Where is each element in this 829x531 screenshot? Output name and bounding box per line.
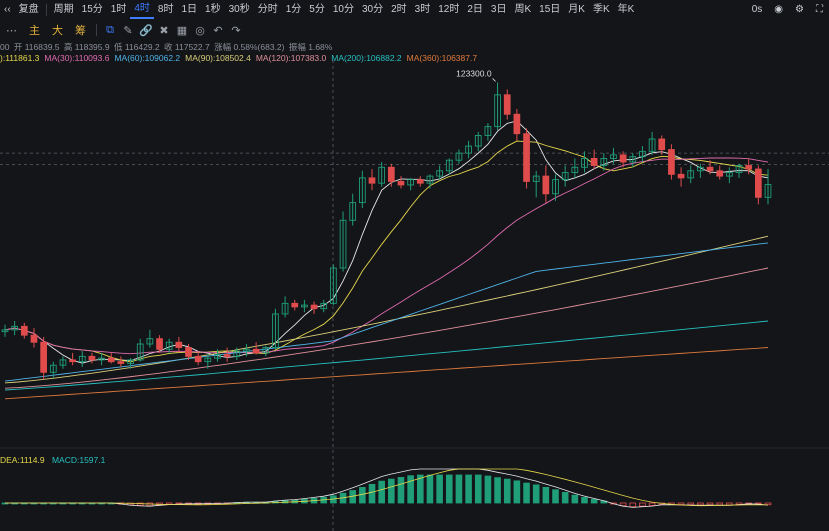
candle-body	[513, 113, 521, 135]
candle-body	[416, 179, 424, 184]
candle-body	[69, 359, 76, 363]
candle-body	[194, 355, 202, 363]
macd-bar	[503, 478, 511, 504]
macd-bar	[648, 502, 656, 506]
macd-bar	[571, 494, 579, 504]
candle-body	[30, 334, 38, 343]
candle-body	[542, 175, 550, 195]
candle-body	[706, 166, 714, 172]
ma360-line	[4, 347, 769, 400]
macd-label: MACD:1597.1	[51, 455, 106, 465]
macd-bar	[523, 482, 530, 504]
macd-bar	[474, 474, 482, 504]
macd-bar	[639, 502, 646, 507]
candle-body	[40, 341, 47, 373]
candle-body	[185, 347, 192, 357]
macd-bar	[590, 498, 598, 504]
candle-body	[117, 361, 125, 364]
candle-body	[619, 154, 627, 163]
macd-bar	[706, 502, 714, 506]
macd-bar	[436, 474, 443, 504]
macd-bar	[619, 502, 627, 507]
candle-body	[310, 304, 318, 310]
candle-body	[156, 338, 163, 350]
candle-body	[107, 357, 115, 363]
dea-line	[5, 468, 768, 507]
candle-body	[590, 157, 598, 166]
candle-body	[754, 168, 762, 198]
macd-bar	[484, 475, 492, 504]
macd-bar	[697, 502, 704, 506]
macd-legend: DEA:1114.9 MACD:1597.1	[0, 455, 110, 465]
macd-bar	[532, 484, 540, 504]
macd-bar	[561, 491, 569, 504]
macd-bar	[397, 477, 405, 504]
macd-bar	[552, 489, 559, 504]
price-chart[interactable]: 123300.0	[0, 0, 829, 531]
macd-bar	[368, 483, 376, 504]
dea-label: DEA:1114.9	[0, 455, 45, 465]
candle-body	[503, 94, 511, 115]
candle-body	[668, 149, 675, 175]
macd-bar	[542, 486, 550, 504]
ma120-line	[4, 267, 769, 389]
candle-body	[716, 170, 724, 177]
macd-bar	[407, 475, 414, 504]
candle-body	[745, 165, 753, 170]
macd-bar	[513, 480, 521, 504]
macd-bar	[455, 474, 463, 504]
macd-bar	[726, 502, 733, 506]
candle-body	[397, 180, 405, 186]
candle-body	[223, 354, 231, 357]
candle-body	[88, 355, 96, 361]
macd-bar	[581, 496, 588, 504]
macd-bar	[465, 474, 472, 504]
candle-body	[175, 341, 183, 348]
macd-bar	[378, 480, 385, 504]
ma30-line	[4, 157, 769, 355]
macd-bar	[359, 487, 366, 504]
ma90-line	[4, 235, 769, 384]
candle-body	[291, 302, 299, 308]
macd-bar	[426, 474, 434, 504]
ma10-line	[4, 140, 769, 363]
candle-body	[658, 138, 666, 151]
high-annotation: 123300.0	[456, 68, 492, 78]
candle-body	[523, 133, 530, 182]
macd-bar	[494, 477, 501, 504]
candle-body	[368, 177, 376, 184]
macd-bar	[629, 502, 637, 508]
high-marker-leader	[492, 78, 496, 82]
candle-body	[20, 325, 28, 336]
candle-body	[252, 348, 260, 354]
ma5-line	[4, 120, 769, 364]
candle-body	[387, 166, 395, 182]
macd-bar	[388, 478, 395, 504]
macd-bar	[677, 502, 685, 505]
macd-bar	[687, 502, 695, 506]
macd-bar	[445, 474, 453, 504]
macd-bar	[764, 502, 772, 506]
macd-bar	[716, 502, 724, 506]
candle-body	[677, 173, 685, 179]
